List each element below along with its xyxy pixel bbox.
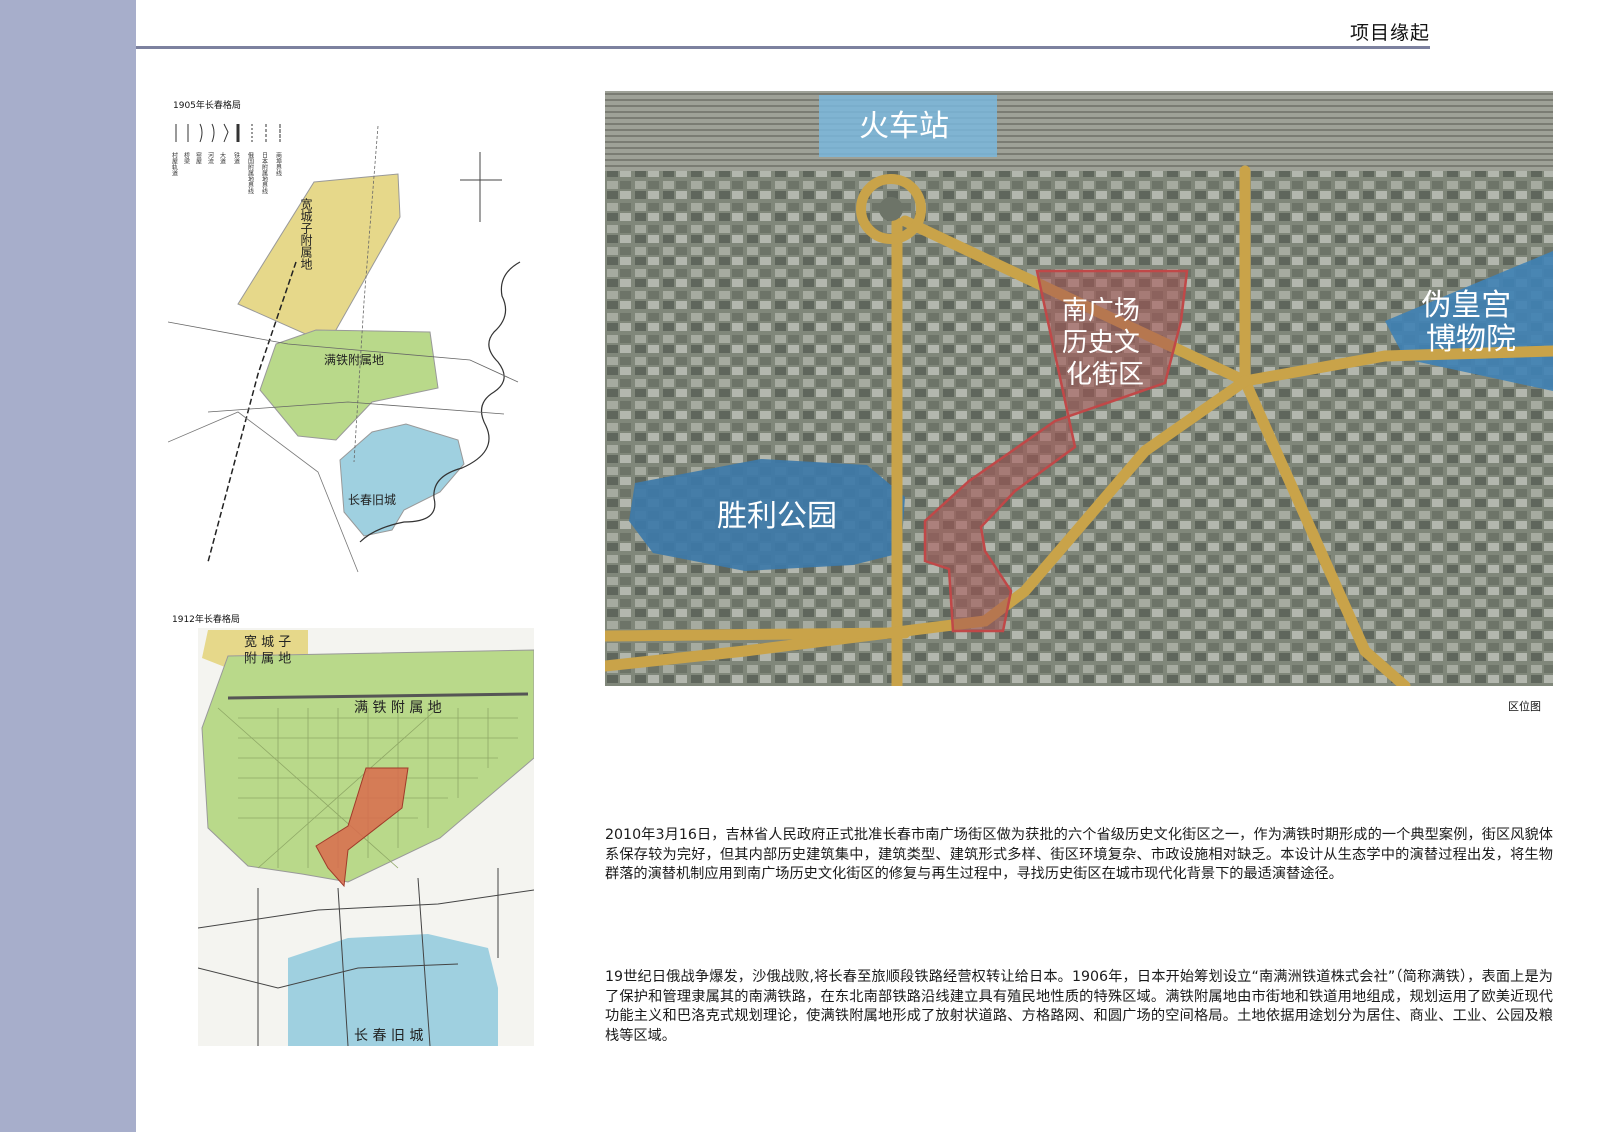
- map-1905-drawing: 村屋轨道 桥梁 窑屋 河流 大道 铁道 俄国附属地界线 日本附属地界线 商埠界线…: [168, 123, 521, 573]
- map-1905-label-old-city: 长春旧城: [348, 493, 396, 507]
- map-1912-caption: 1912年长春格局: [172, 615, 240, 625]
- roundabout-center: [879, 197, 903, 221]
- map-1912-label-old-city: 长 春 旧 城: [354, 1028, 423, 1044]
- map-1905-caption: 1905年长春格局: [173, 101, 241, 111]
- label-district: 南广场 历史文 化街区: [1062, 296, 1148, 390]
- header-divider: [136, 46, 1430, 49]
- legend-item-heliu: 河流: [207, 151, 214, 165]
- legend-item-yaowu: 窑屋: [195, 151, 202, 165]
- sidebar-band: [0, 0, 136, 1132]
- legend-item-tiedao: 铁道: [233, 151, 240, 165]
- map-1912: 宽 城 子附 属 地 满 铁 附 属 地 长 春 旧 城: [198, 628, 534, 1046]
- map-1912-drawing: 宽 城 子附 属 地 满 铁 附 属 地 长 春 旧 城: [198, 630, 534, 1046]
- map-1905: 村屋轨道 桥梁 窑屋 河流 大道 铁道 俄国附属地界线 日本附属地界线 商埠界线…: [168, 112, 528, 582]
- legend-item-cunwu: 村屋轨道: [171, 151, 178, 177]
- legend-item-shangbu: 商埠界线: [275, 151, 282, 176]
- map-1905-zone-mantie: [259, 329, 439, 441]
- map-1905-label-mantie: 满铁附属地: [324, 353, 384, 367]
- paragraph-intro: 2010年3月16日，吉林省人民政府正式批准长春市南广场街区做为获批的六个省级历…: [605, 827, 1553, 883]
- legend-item-riben: 日本附属地界线: [261, 152, 268, 194]
- legend-item-eguo: 俄国附属地界线: [247, 151, 254, 194]
- location-map-drawing: 火车站 南广场 历史文 化街区 伪皇宫 博物院 胜利公园: [605, 91, 1553, 686]
- legend-item-dadao: 大道: [219, 151, 226, 165]
- map-1905-legend-icons: [175, 123, 281, 143]
- map-1912-label-mantie: 满 铁 附 属 地: [354, 700, 442, 716]
- map-1905-label-kuancheng: 宽城子附属地: [299, 197, 313, 270]
- map-1905-legend-text: 村屋轨道 桥梁 窑屋 河流 大道 铁道 俄国附属地界线 日本附属地界线 商埠界线: [171, 151, 282, 194]
- label-station: 火车站: [859, 109, 949, 144]
- label-park: 胜利公园: [717, 499, 837, 534]
- map-1905-zone-kuancheng: [237, 173, 401, 345]
- page-title: 项目缘起: [1349, 22, 1430, 44]
- map-1905-zone-old-city: [339, 423, 465, 537]
- location-map: 火车站 南广场 历史文 化街区 伪皇宫 博物院 胜利公园: [605, 91, 1553, 686]
- paragraph-history: 19世纪日俄战争爆发，沙俄战败,将长春至旅顺段铁路经营权转让给日本。1906年，…: [605, 969, 1553, 1044]
- legend-item-qiaoliang: 桥梁: [183, 151, 190, 165]
- rail-yard: [605, 91, 1553, 171]
- location-map-caption: 区位图: [1508, 700, 1541, 713]
- label-museum: 伪皇宫 博物院: [1421, 288, 1521, 357]
- compass-icon: [460, 152, 502, 222]
